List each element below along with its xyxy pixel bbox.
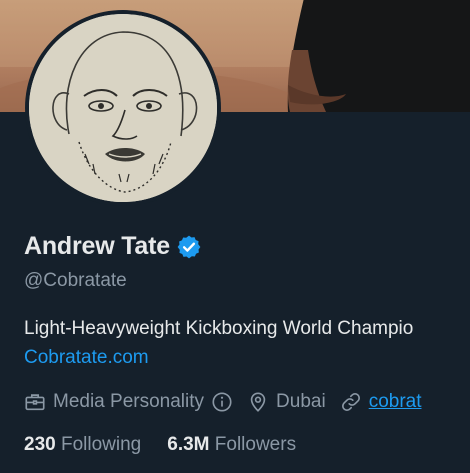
profile-location-label: Dubai xyxy=(276,391,326,412)
avatar[interactable] xyxy=(29,14,217,202)
map-pin-icon xyxy=(250,392,266,412)
followers-stat[interactable]: 6.3M Followers xyxy=(167,434,296,456)
profile-name: Andrew Tate xyxy=(24,232,170,260)
verified-badge-icon[interactable] xyxy=(176,234,202,260)
following-stat[interactable]: 230 Following xyxy=(24,434,141,456)
briefcase-icon xyxy=(25,394,45,411)
avatar-ring[interactable] xyxy=(25,10,221,206)
follow-stats: 230 Following 6.3M Followers xyxy=(24,434,296,456)
followers-count: 6.3M xyxy=(167,434,210,455)
bio-website-link[interactable]: Cobratate.com xyxy=(24,347,149,369)
link-icon xyxy=(341,393,360,411)
profile-meta-row: Media Personality Dubai cobrat xyxy=(24,391,436,413)
profile-name-row: Andrew Tate xyxy=(24,232,202,261)
banner-person-image xyxy=(287,0,470,112)
followers-label: Followers xyxy=(214,434,297,455)
profile-bio: Light-Heavyweight Kickboxing World Champ… xyxy=(24,318,414,339)
profile-category: Media Personality xyxy=(24,391,233,413)
profile-url[interactable]: cobrat xyxy=(340,391,422,413)
profile-handle: @Cobratate xyxy=(24,270,127,291)
profile-url-link[interactable]: cobrat xyxy=(369,391,422,413)
profile-category-label: Media Personality xyxy=(53,391,205,412)
profile-location: Dubai xyxy=(247,391,326,413)
avatar-sketch-image xyxy=(29,14,217,202)
info-icon[interactable] xyxy=(211,391,233,413)
following-count: 230 xyxy=(24,434,56,455)
following-label: Following xyxy=(60,434,142,455)
